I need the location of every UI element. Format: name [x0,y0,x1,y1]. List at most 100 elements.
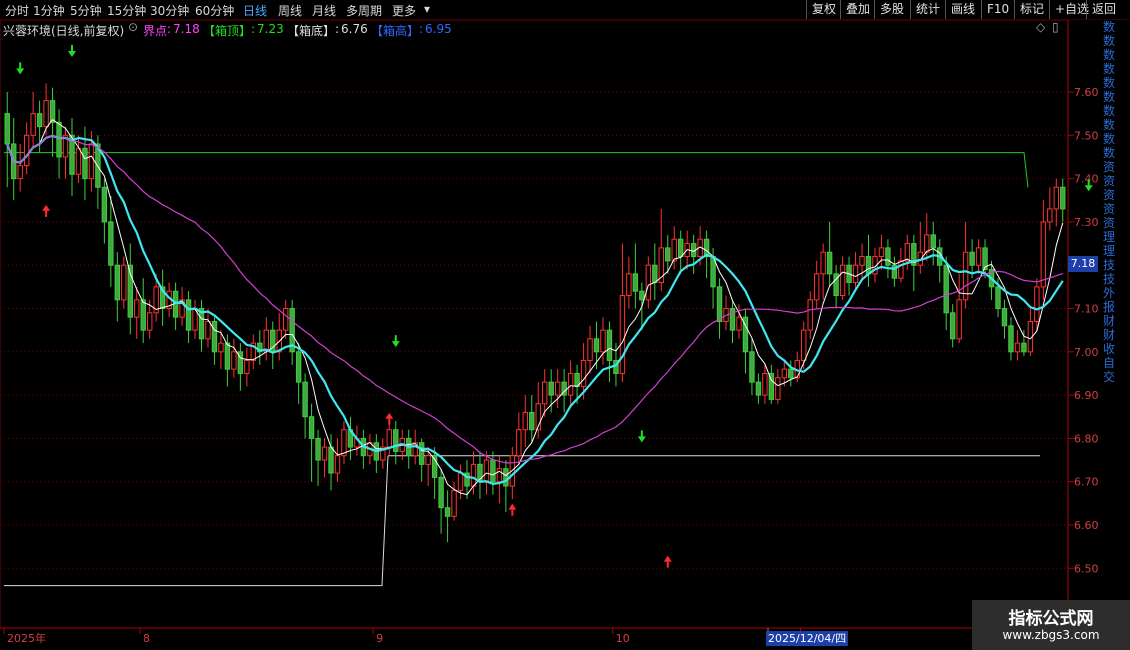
candle-body[interactable] [904,243,911,262]
candle-body[interactable] [859,256,865,266]
toolbar-button[interactable]: 叠加 [840,0,875,19]
candle-body[interactable] [943,264,949,314]
candle-body[interactable] [308,416,315,439]
diamond-icon[interactable]: ◇ [1036,20,1045,34]
candle-body[interactable] [975,247,982,266]
chevron-down-icon[interactable]: ⊙ [128,20,138,34]
side-tab-char[interactable]: 数 [1103,34,1123,48]
candle-body[interactable] [554,381,561,396]
window-toggle-icon[interactable]: ▯ [1052,20,1059,34]
candle-body[interactable] [924,234,930,253]
candle-body[interactable] [4,113,10,145]
side-tab-char[interactable]: 数 [1103,62,1123,76]
period-tab[interactable]: 15分钟 [107,2,146,19]
candle-body[interactable] [1008,325,1014,353]
candle-body[interactable] [1014,342,1021,353]
period-tab[interactable]: 日线 [243,2,267,19]
candle-body[interactable] [121,264,127,301]
candle-body[interactable] [788,368,794,379]
candle-body[interactable] [17,165,23,180]
side-tab-char[interactable]: 报 [1103,300,1123,314]
side-tab-char[interactable]: 数 [1103,90,1123,104]
candle-body[interactable] [334,455,341,474]
candle-body[interactable] [645,264,652,301]
period-tab[interactable]: 分时 [5,2,29,19]
candle-body[interactable] [302,381,308,418]
period-tab[interactable]: 60分钟 [195,2,234,19]
side-tab-char[interactable]: 资 [1103,174,1123,188]
side-tab-char[interactable]: 外 [1103,286,1123,300]
candle-body[interactable] [567,372,574,396]
candle-body[interactable] [147,312,153,331]
candle-body[interactable] [762,372,768,396]
candle-body[interactable] [632,273,639,292]
candle-body[interactable] [548,381,554,396]
candle-body[interactable] [224,342,231,370]
toolbar-button[interactable]: F10 [981,0,1014,19]
candle-body[interactable] [865,256,872,275]
candle-body[interactable] [36,113,43,128]
candle-body[interactable] [82,147,88,180]
candle-body[interactable] [749,351,755,383]
candle-body[interactable] [652,264,658,284]
candle-body[interactable] [587,338,593,361]
candle-body[interactable] [101,186,108,223]
candle-body[interactable] [108,221,114,266]
candle-body[interactable] [755,381,762,396]
candle-body[interactable] [665,247,671,262]
side-tab-char[interactable]: 数 [1103,76,1123,90]
candle-body[interactable] [418,442,425,465]
candle-body[interactable] [736,316,742,331]
candle-body[interactable] [593,338,600,353]
candle-body[interactable] [716,286,723,322]
candle-body[interactable] [678,238,684,258]
toolbar-button[interactable]: 复权 [806,0,841,19]
toolbar-button[interactable]: 统计 [910,0,945,19]
candle-body[interactable] [328,446,334,474]
candle-body[interactable] [23,134,30,167]
side-tab-char[interactable]: 交 [1103,370,1123,384]
candle-body[interactable] [1040,221,1047,288]
period-tab[interactable]: 多周期 [346,2,382,19]
candle-body[interactable] [444,507,451,517]
candle-body[interactable] [1001,308,1008,327]
candle-body[interactable] [295,351,302,383]
side-tab-char[interactable]: 数 [1103,104,1123,118]
candle-body[interactable] [852,264,859,284]
kline-chart[interactable]: 6.506.606.706.806.907.007.107.207.307.40… [0,0,1130,650]
candle-body[interactable] [671,238,677,262]
toolbar-button[interactable]: 返回 [1086,0,1121,19]
candle-body[interactable] [457,472,464,491]
right-side-panel-tabs[interactable]: 数数数数数数数数数数资资资资资理理技技外报财财收自交 [1095,20,1130,600]
side-tab-char[interactable]: 资 [1103,160,1123,174]
candle-body[interactable] [516,429,522,457]
side-tab-char[interactable]: 数 [1103,20,1123,34]
candle-body[interactable] [542,381,548,405]
candle-body[interactable] [30,113,36,136]
candle-body[interactable] [503,468,509,487]
side-tab-char[interactable]: 数 [1103,146,1123,160]
side-tab-char[interactable]: 技 [1103,272,1123,286]
candle-body[interactable] [75,147,82,175]
candle-body[interactable] [1034,286,1040,322]
side-tab-char[interactable]: 数 [1103,48,1123,62]
candle-body[interactable] [43,100,49,128]
candle-body[interactable] [244,359,250,374]
candle-body[interactable] [231,351,237,370]
candle-body[interactable] [949,312,956,340]
candle-body[interactable] [140,299,146,331]
side-tab-char[interactable]: 收 [1103,342,1123,356]
candle-body[interactable] [820,251,826,275]
candle-body[interactable] [522,411,528,431]
candle-body[interactable] [626,273,632,297]
side-tab-char[interactable]: 资 [1103,202,1123,216]
candle-body[interactable] [839,264,846,297]
candle-body[interactable] [134,299,140,318]
side-tab-char[interactable]: 数 [1103,132,1123,146]
candle-body[interactable] [114,264,121,301]
candle-body[interactable] [580,359,587,387]
candle-body[interactable] [639,290,645,301]
candle-body[interactable] [930,234,936,249]
candle-body[interactable] [619,295,626,374]
candle-body[interactable] [1060,186,1066,210]
